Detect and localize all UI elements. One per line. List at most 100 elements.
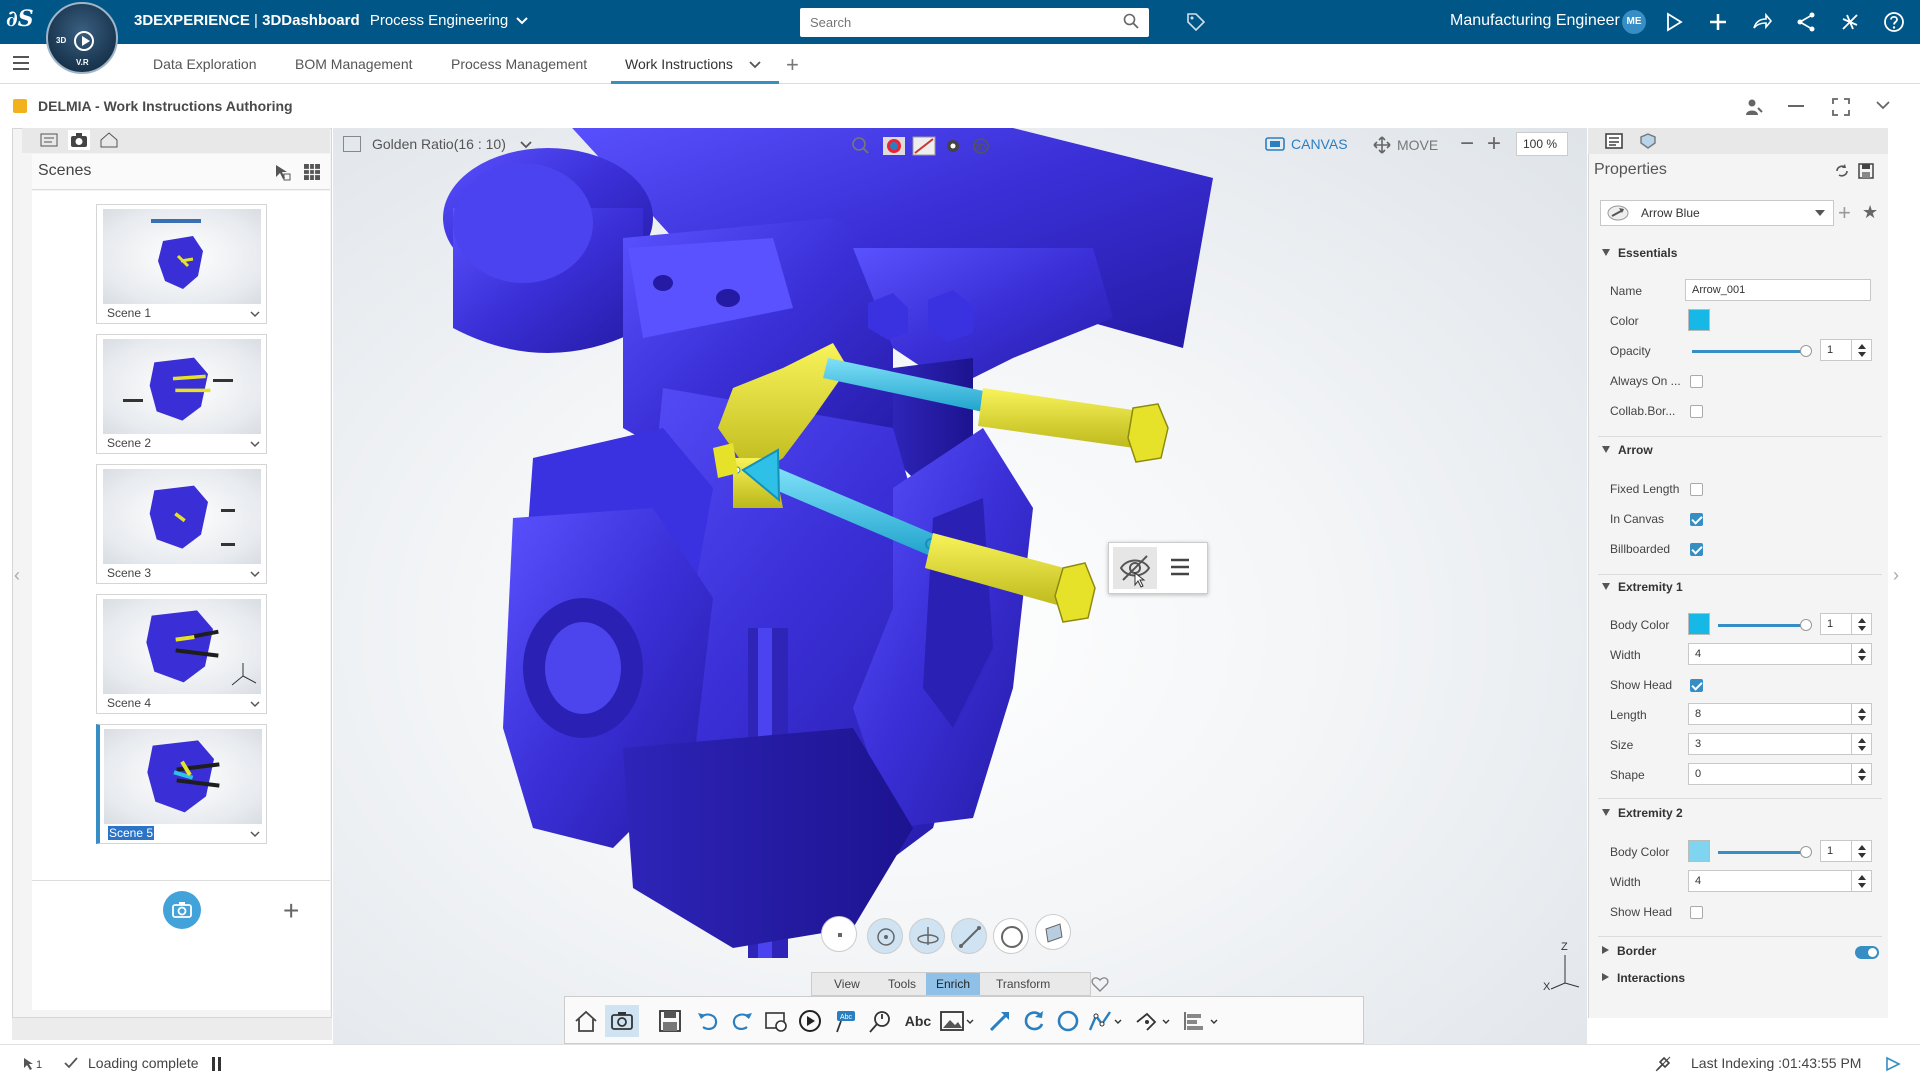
snap-edge-tool[interactable]	[951, 918, 987, 954]
favorite-star-icon[interactable]: ★	[1862, 202, 1878, 223]
chevron-down-icon[interactable]	[516, 17, 529, 25]
tab-tools[interactable]: Tools	[878, 973, 926, 995]
house-tab-icon[interactable]	[98, 130, 120, 150]
tab-enrich[interactable]: Enrich	[926, 973, 981, 995]
style-selector[interactable]: Arrow Blue	[1600, 200, 1834, 226]
aspect-ratio-selector[interactable]: Golden Ratio(16 : 10)	[372, 136, 532, 152]
search-icon[interactable]	[1123, 13, 1139, 29]
section-border[interactable]: Border	[1602, 944, 1656, 958]
dimension-button[interactable]	[1131, 1005, 1175, 1037]
ext1-length-field[interactable]: 8	[1688, 703, 1852, 725]
user-name[interactable]: Manufacturing Engineer	[1450, 12, 1620, 30]
send-icon[interactable]	[1884, 1055, 1902, 1073]
align-button[interactable]	[1179, 1005, 1223, 1037]
user-settings-icon[interactable]	[1744, 98, 1764, 116]
chevron-down-icon[interactable]	[250, 829, 260, 839]
scene-card-1[interactable]: Scene 1	[96, 204, 267, 324]
tab-bom-management[interactable]: BOM Management	[295, 44, 413, 84]
chevron-down-icon[interactable]	[250, 439, 260, 449]
ext1-size-stepper[interactable]	[1852, 733, 1872, 755]
scene-card-4[interactable]: Scene 4	[96, 594, 267, 714]
collapse-chevron-icon[interactable]	[1876, 101, 1890, 111]
snap-face-tool[interactable]	[1035, 914, 1071, 950]
section-extremity-1[interactable]: Extremity 1	[1602, 580, 1683, 594]
play-button[interactable]	[793, 1005, 827, 1037]
tree-view-icon[interactable]	[38, 130, 60, 150]
share-play-icon[interactable]	[1662, 10, 1686, 34]
chevron-down-icon[interactable]	[250, 569, 260, 579]
tab-work-instructions[interactable]: Work Instructions	[611, 44, 779, 84]
apps-tools-icon[interactable]	[1838, 10, 1862, 34]
scene-card-2[interactable]: Scene 2	[96, 334, 267, 454]
polyline-button[interactable]	[1085, 1005, 1125, 1037]
aspect-ratio-icon[interactable]	[343, 136, 361, 152]
section-extremity-2[interactable]: Extremity 2	[1602, 806, 1683, 820]
ext2-width-field[interactable]: 4	[1688, 870, 1852, 892]
save-button[interactable]	[653, 1005, 687, 1037]
add-tab-button[interactable]: +	[786, 52, 799, 78]
dropdown-arrow-icon[interactable]	[1815, 210, 1825, 216]
styles-tab-icon[interactable]	[1638, 132, 1658, 150]
ext1-opacity-slider[interactable]	[1718, 624, 1802, 627]
ext1-length-stepper[interactable]	[1852, 703, 1872, 725]
add-scene-button[interactable]: +	[283, 895, 299, 927]
capture-button[interactable]	[605, 1005, 639, 1037]
search-input[interactable]	[800, 8, 1100, 37]
fixed-length-checkbox[interactable]	[1690, 483, 1703, 496]
ext1-opacity-stepper[interactable]	[1852, 613, 1872, 635]
help-icon[interactable]	[1882, 10, 1906, 34]
tab-data-exploration[interactable]: Data Exploration	[153, 44, 257, 84]
section-interactions[interactable]: Interactions	[1602, 971, 1685, 985]
opacity-slider[interactable]	[1692, 350, 1802, 353]
ext2-body-color-swatch[interactable]	[1688, 840, 1710, 862]
maximize-icon[interactable]	[1832, 98, 1850, 116]
chevron-down-icon[interactable]	[250, 699, 260, 709]
ext1-opacity-field[interactable]: 1	[1820, 613, 1852, 635]
opacity-stepper[interactable]	[1852, 339, 1872, 361]
render-tools-icons[interactable]: 3D	[849, 133, 999, 159]
ext2-opacity-slider[interactable]	[1718, 851, 1802, 854]
search-box[interactable]	[800, 8, 1149, 37]
more-menu-icon[interactable]	[1169, 555, 1191, 579]
canvas-toggle-button[interactable]: CANVAS	[1265, 136, 1348, 152]
snap-circle-tool[interactable]	[993, 918, 1029, 954]
move-button[interactable]: MOVE	[1373, 136, 1438, 154]
ext1-show-head-checkbox[interactable]	[1690, 679, 1703, 692]
image-button[interactable]	[937, 1005, 977, 1037]
connection-plug-icon[interactable]	[1654, 1055, 1672, 1073]
ext1-opacity-slider-knob[interactable]	[1800, 619, 1812, 631]
tag-icon[interactable]	[1184, 10, 1208, 34]
space-selector[interactable]: Process Engineering	[370, 12, 508, 29]
section-arrow[interactable]: Arrow	[1602, 443, 1653, 457]
opacity-slider-knob[interactable]	[1800, 345, 1812, 357]
opacity-field[interactable]: 1	[1820, 339, 1852, 361]
border-toggle[interactable]	[1855, 946, 1879, 959]
always-on-checkbox[interactable]	[1690, 375, 1703, 388]
text-button[interactable]: Abc	[901, 1005, 935, 1037]
ext1-width-field[interactable]: 4	[1688, 643, 1852, 665]
chevron-down-icon[interactable]	[250, 309, 260, 319]
left-panel-scrollbar[interactable]	[12, 1018, 332, 1040]
color-swatch[interactable]	[1688, 309, 1710, 331]
text-callout-button[interactable]: Abc	[829, 1005, 863, 1037]
scene-card-3[interactable]: Scene 3	[96, 464, 267, 584]
3d-viewport[interactable]: Golden Ratio(16 : 10) 3D CANVAS MOVE − +…	[333, 128, 1587, 1044]
zoom-out-button[interactable]: −	[1460, 130, 1474, 158]
zoom-level-input[interactable]: 100 %	[1516, 132, 1568, 156]
undo-button[interactable]	[691, 1005, 725, 1037]
compass-widget[interactable]: 3D V.R	[46, 2, 118, 74]
ext1-shape-stepper[interactable]	[1852, 763, 1872, 785]
grid-view-icon[interactable]	[302, 162, 322, 182]
add-style-button[interactable]: +	[1838, 200, 1851, 226]
name-field[interactable]: Arrow_001	[1685, 279, 1871, 301]
image-properties-button[interactable]	[759, 1005, 793, 1037]
redo-button[interactable]	[725, 1005, 759, 1037]
circle-annotation-button[interactable]	[1051, 1005, 1085, 1037]
arrow-button[interactable]	[983, 1005, 1017, 1037]
section-essentials[interactable]: Essentials	[1602, 246, 1677, 260]
ext1-shape-field[interactable]: 0	[1688, 763, 1852, 785]
snap-center-tool[interactable]	[867, 918, 903, 954]
compass-play-icon[interactable]	[74, 31, 94, 51]
ext2-opacity-field[interactable]: 1	[1820, 840, 1852, 862]
ext1-body-color-swatch[interactable]	[1688, 613, 1710, 635]
